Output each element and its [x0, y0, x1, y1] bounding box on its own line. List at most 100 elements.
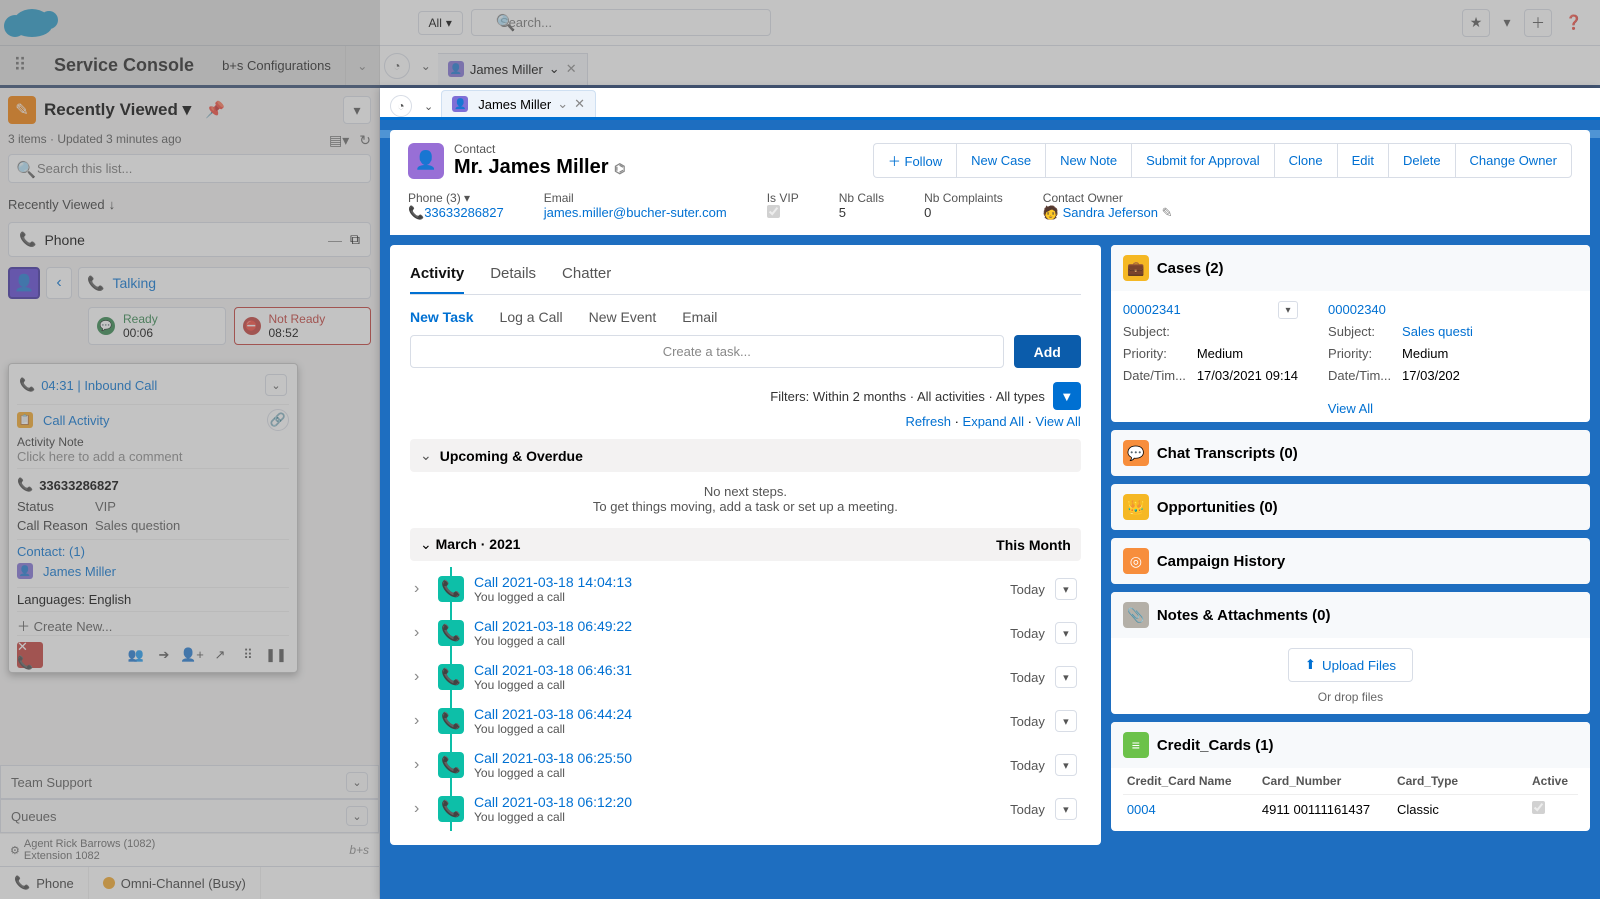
- favorites-button[interactable]: ★: [1462, 9, 1490, 37]
- history-icon[interactable]: ◔: [390, 95, 412, 117]
- timeline-menu[interactable]: ▾: [1055, 798, 1077, 820]
- app-launcher-icon[interactable]: ⠿: [0, 55, 40, 76]
- timeline-link[interactable]: Call 2021-03-18 14:04:13: [474, 574, 632, 590]
- filter-icon[interactable]: ▼: [1053, 382, 1081, 410]
- upload-files-button[interactable]: ⬆Upload Files: [1288, 648, 1413, 682]
- expand-icon[interactable]: ›: [414, 756, 428, 774]
- pin-icon[interactable]: 📌: [205, 100, 225, 120]
- listview-actions[interactable]: ▾: [343, 96, 371, 124]
- timeline-link[interactable]: Call 2021-03-18 06:25:50: [474, 750, 632, 766]
- call-activity-link[interactable]: Call Activity: [43, 413, 109, 428]
- create-task-input[interactable]: Create a task...: [410, 335, 1004, 368]
- subtab-dropdown[interactable]: ⌄: [420, 100, 437, 117]
- month-section[interactable]: ⌄ March · 2021 This Month: [410, 528, 1081, 561]
- activity-note-input[interactable]: Click here to add a comment: [17, 449, 289, 464]
- new-case-button[interactable]: New Case: [956, 143, 1045, 178]
- edit-button[interactable]: Edit: [1337, 143, 1388, 178]
- global-search-input[interactable]: [471, 9, 771, 36]
- delete-button[interactable]: Delete: [1388, 143, 1455, 178]
- history-back-button[interactable]: ◔: [384, 53, 410, 79]
- subtab-james-miller[interactable]: 👤 James Miller ⌄ ✕: [441, 90, 596, 117]
- utility-phone[interactable]: 📞Phone: [0, 867, 89, 899]
- case-menu[interactable]: ▾: [1278, 301, 1298, 319]
- timeline-menu[interactable]: ▾: [1055, 578, 1077, 600]
- expand-icon[interactable]: ›: [414, 624, 428, 642]
- close-icon[interactable]: ✕: [574, 96, 585, 112]
- subtab-email[interactable]: Email: [682, 309, 717, 325]
- expand-icon[interactable]: ›: [414, 712, 428, 730]
- list-item-phone[interactable]: 📞Phone — ⧉: [8, 222, 371, 257]
- utility-omni-channel[interactable]: Omni-Channel (Busy): [89, 867, 261, 899]
- owner-link[interactable]: Sandra Jeferson: [1063, 205, 1158, 220]
- team-support-row[interactable]: Team Support⌄: [0, 765, 379, 799]
- subtab-log-call[interactable]: Log a Call: [500, 309, 563, 325]
- timeline-menu[interactable]: ▾: [1055, 622, 1077, 644]
- case-link[interactable]: 00002341: [1123, 299, 1181, 321]
- end-call-button[interactable]: ✕📞: [17, 642, 43, 668]
- pause-icon[interactable]: ❚❚: [263, 642, 289, 668]
- cc-name-link[interactable]: 0004: [1127, 802, 1156, 817]
- new-note-button[interactable]: New Note: [1045, 143, 1131, 178]
- gear-icon[interactable]: ⚙: [10, 844, 20, 857]
- agent-avatar-icon[interactable]: 👤: [8, 267, 40, 299]
- back-button[interactable]: ‹: [46, 267, 72, 299]
- expand-icon[interactable]: ›: [414, 800, 428, 818]
- close-icon[interactable]: ✕: [566, 61, 577, 77]
- timeline-link[interactable]: Call 2021-03-18 06:44:24: [474, 706, 632, 722]
- timeline-menu[interactable]: ▾: [1055, 710, 1077, 732]
- timeline-link[interactable]: Call 2021-03-18 06:46:31: [474, 662, 632, 678]
- minimize-icon[interactable]: —: [328, 232, 342, 248]
- chevron-down-icon[interactable]: ⌄: [557, 96, 568, 112]
- status-not-ready[interactable]: ⛔ Not Ready08:52: [234, 307, 372, 345]
- status-ready[interactable]: 💬 Ready00:06: [88, 307, 226, 345]
- tab-details[interactable]: Details: [490, 259, 536, 294]
- popout-icon[interactable]: ⧉: [350, 231, 360, 248]
- expand-icon[interactable]: ›: [414, 668, 428, 686]
- add-person-icon[interactable]: 👤+: [179, 642, 205, 668]
- email-link[interactable]: james.miller@bucher-suter.com: [544, 205, 727, 220]
- listview-title[interactable]: Recently Viewed ▾: [44, 100, 191, 120]
- keypad-icon[interactable]: ⠿: [235, 642, 261, 668]
- chevron-down-icon[interactable]: ⌄: [549, 61, 560, 77]
- timeline-link[interactable]: Call 2021-03-18 06:49:22: [474, 618, 632, 634]
- chat-transcripts-card[interactable]: 💬Chat Transcripts (0): [1111, 430, 1590, 476]
- campaign-history-card[interactable]: ◎Campaign History: [1111, 538, 1590, 584]
- history-dropdown[interactable]: ⌄: [418, 53, 434, 79]
- share-icon[interactable]: ↗: [207, 642, 233, 668]
- list-search-input[interactable]: [8, 154, 371, 183]
- expand-icon[interactable]: ›: [414, 580, 428, 598]
- link-icon[interactable]: 🔗: [267, 409, 289, 431]
- subtab-new-event[interactable]: New Event: [589, 309, 657, 325]
- transfer-people-icon[interactable]: 👥: [123, 642, 149, 668]
- call-contact-link[interactable]: James Miller: [43, 564, 116, 579]
- queues-row[interactable]: Queues⌄: [0, 799, 379, 833]
- expand-all-link[interactable]: Expand All: [963, 414, 1024, 429]
- recently-viewed-link[interactable]: Recently Viewed ↓: [8, 197, 371, 212]
- global-add-button[interactable]: ＋: [1524, 9, 1552, 37]
- cases-view-all[interactable]: View All: [1328, 401, 1373, 416]
- timeline-link[interactable]: Call 2021-03-18 06:12:20: [474, 794, 632, 810]
- submit-approval-button[interactable]: Submit for Approval: [1131, 143, 1273, 178]
- refresh-link[interactable]: Refresh: [905, 414, 951, 429]
- help-icon[interactable]: ❓: [1560, 9, 1588, 37]
- change-owner-icon[interactable]: ✎: [1162, 205, 1173, 220]
- clone-button[interactable]: Clone: [1274, 143, 1337, 178]
- phone-link[interactable]: 33633286827: [424, 205, 504, 220]
- view-all-link[interactable]: View All: [1036, 414, 1081, 429]
- timeline-menu[interactable]: ▾: [1055, 666, 1077, 688]
- timeline-menu[interactable]: ▾: [1055, 754, 1077, 776]
- forward-icon[interactable]: ➔: [151, 642, 177, 668]
- subtab-new-task[interactable]: New Task: [410, 309, 474, 325]
- favorites-dropdown[interactable]: ▾: [1498, 9, 1516, 37]
- opportunities-card[interactable]: 👑Opportunities (0): [1111, 484, 1590, 530]
- upcoming-section[interactable]: ⌄Upcoming & Overdue: [410, 439, 1081, 472]
- add-button[interactable]: Add: [1014, 335, 1081, 368]
- status-talking[interactable]: 📞Talking: [78, 267, 371, 299]
- tab-activity[interactable]: Activity: [410, 259, 464, 294]
- refresh-icon[interactable]: ↻: [359, 132, 371, 149]
- hierarchy-icon[interactable]: ⌬: [614, 161, 625, 176]
- follow-button[interactable]: ＋ Follow: [873, 143, 956, 178]
- change-owner-button[interactable]: Change Owner: [1455, 143, 1572, 178]
- case-link[interactable]: 00002340: [1328, 302, 1386, 317]
- display-toggle[interactable]: ▤▾: [329, 132, 349, 149]
